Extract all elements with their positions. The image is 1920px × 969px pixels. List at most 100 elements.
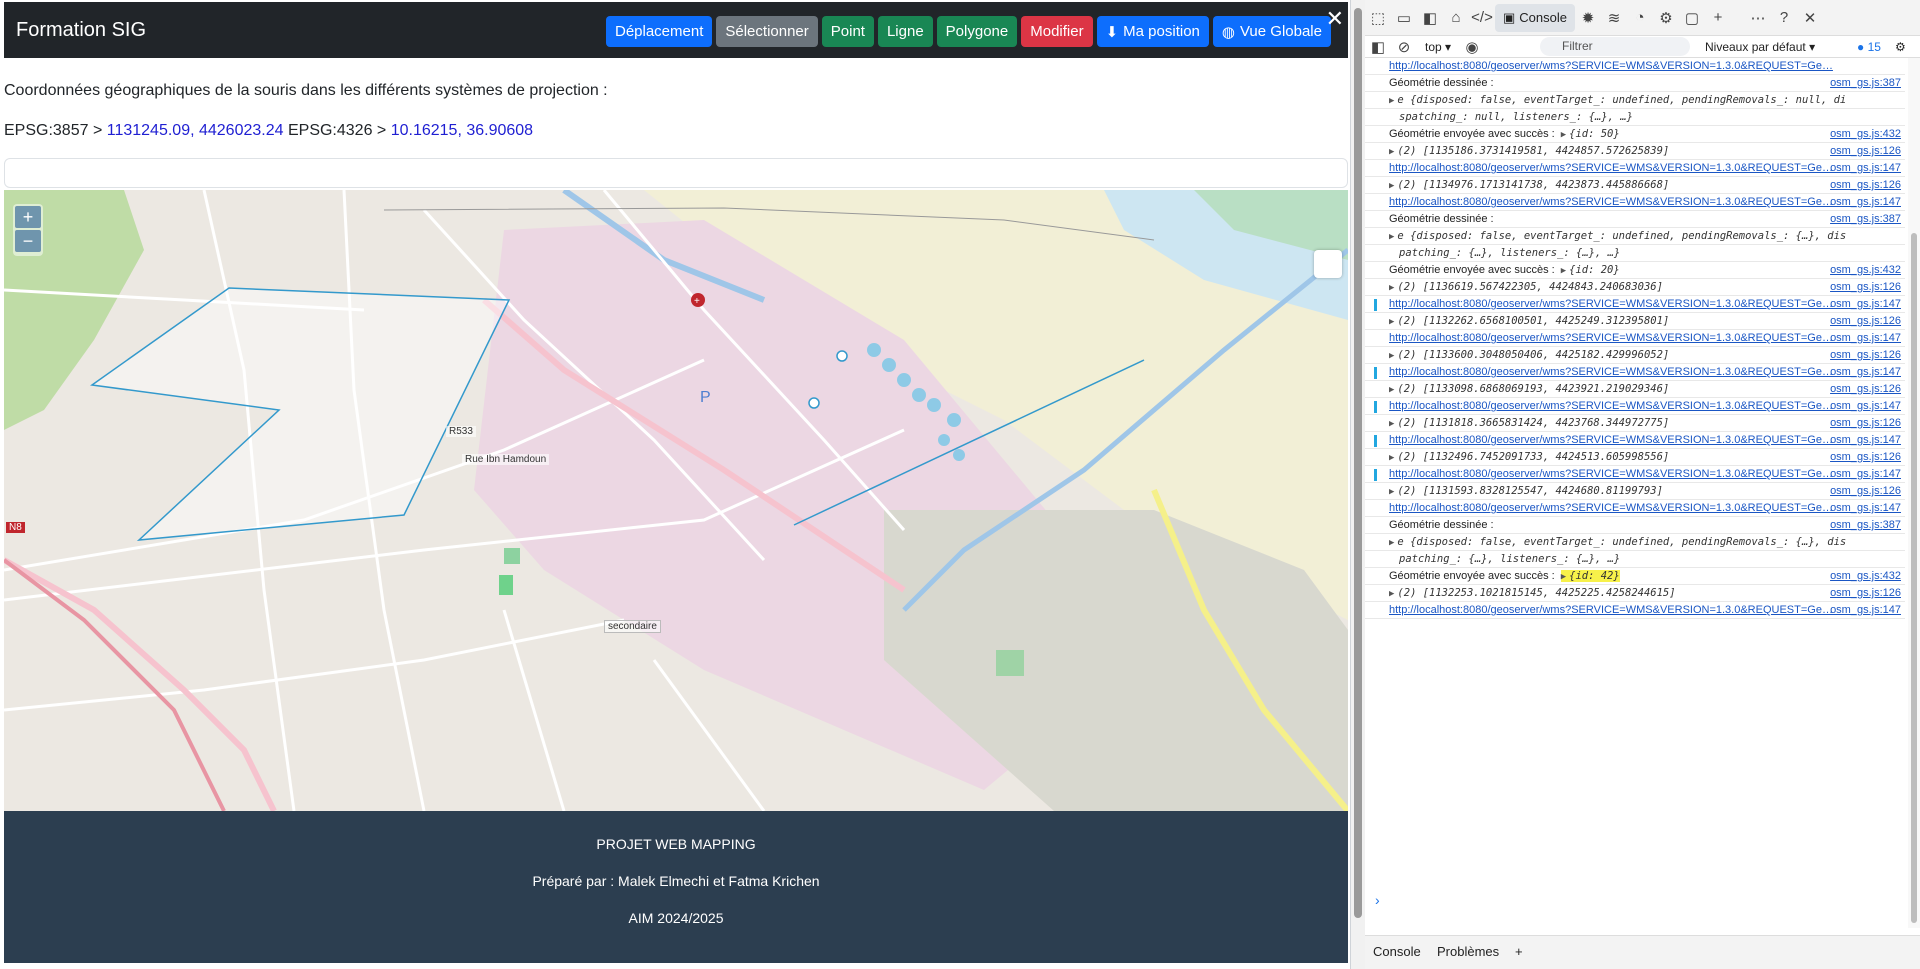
network-icon[interactable]: ≋ (1601, 5, 1627, 31)
console-source-link[interactable]: osm_gs.js:147 (1830, 604, 1901, 616)
point-button[interactable]: Point (821, 16, 874, 47)
console-log-array[interactable]: ▶ (2) [1133600.3048050406, 4425182.429996… (1389, 349, 1669, 361)
console-log-url[interactable]: http://localhost:8080/geoserver/wms?SERV… (1389, 366, 1901, 378)
console-log-url[interactable]: http://localhost:8080/geoserver/wms?SERV… (1389, 298, 1901, 310)
console-log-url[interactable]: http://localhost:8080/geoserver/wms?SERV… (1389, 162, 1901, 174)
console-source-link[interactable]: osm_gs.js:387 (1830, 77, 1901, 89)
console-source-link[interactable]: osm_gs.js:147 (1830, 502, 1901, 514)
console-log-array[interactable]: ▶ (2) [1131818.3665831424, 4423768.344972… (1389, 417, 1669, 429)
console-source-link[interactable]: osm_gs.js:126 (1830, 315, 1901, 327)
console-log-url[interactable]: http://localhost:8080/geoserver/wms?SERV… (1389, 60, 1901, 72)
console-source-link[interactable]: osm_gs.js:147 (1830, 298, 1901, 310)
close-icon[interactable]: ✕ (1326, 8, 1344, 30)
map-toolbar-bar[interactable] (4, 158, 1348, 188)
console-log-url[interactable]: http://localhost:8080/geoserver/wms?SERV… (1389, 196, 1901, 208)
déplacement-button[interactable]: Déplacement (605, 16, 713, 47)
context-select[interactable]: top ▾ (1425, 40, 1451, 54)
vue-globale-button[interactable]: ◍ Vue Globale (1212, 16, 1331, 47)
console-source-link[interactable]: osm_gs.js:126 (1830, 587, 1901, 599)
console-source-link[interactable]: osm_gs.js:432 (1830, 570, 1901, 582)
console-log-array[interactable]: ▶ (2) [1135186.3731419581, 4424857.572625… (1389, 145, 1669, 157)
console-source-link[interactable]: osm_gs.js:147 (1830, 162, 1901, 174)
filter-input[interactable]: Filtrer (1540, 37, 1690, 56)
console-source-link[interactable]: osm_gs.js:147 (1830, 196, 1901, 208)
zoom-out-button[interactable]: − (15, 230, 41, 252)
clear-console-icon[interactable]: ⊘ (1391, 34, 1417, 60)
console-log-object[interactable]: ▶ e {disposed: false, eventTarget_: undef… (1389, 230, 1846, 242)
console-log-array[interactable]: ▶ (2) [1136619.567422305, 4424843.2406830… (1389, 281, 1663, 293)
console-source-link[interactable]: osm_gs.js:147 (1830, 468, 1901, 480)
drawer-tab-console[interactable]: Console (1373, 944, 1421, 959)
console-log-object[interactable]: patching_: {…}, listeners_: {…}, …} (1389, 553, 1620, 565)
console-source-link[interactable]: osm_gs.js:387 (1830, 213, 1901, 225)
device-toggle-icon[interactable]: ▭ (1391, 5, 1417, 31)
console-log-array[interactable]: ▶ (2) [1132496.7452091733, 4424513.605998… (1389, 451, 1669, 463)
issues-count[interactable]: ● 15 (1857, 40, 1881, 54)
performance-icon[interactable]: ◔ (1627, 5, 1653, 31)
settings-gear-icon[interactable]: ⚙ (1653, 5, 1679, 31)
console-log-url[interactable]: http://localhost:8080/geoserver/wms?SERV… (1389, 468, 1901, 480)
console-source-link[interactable]: osm_gs.js:432 (1830, 128, 1901, 140)
sidebar-icon[interactable]: ◧ (1365, 34, 1391, 60)
ma-position-button[interactable]: ⬇ Ma position (1096, 16, 1209, 47)
console-log-url[interactable]: http://localhost:8080/geoserver/wms?SERV… (1389, 400, 1901, 412)
modifier-button[interactable]: Modifier (1021, 16, 1093, 47)
add-tab-icon[interactable]: + (1705, 5, 1731, 31)
drawer-tab-problems[interactable]: Problèmes (1437, 944, 1499, 959)
add-drawer-tab-icon[interactable]: + (1515, 944, 1523, 959)
console-log-array[interactable]: ▶ (2) [1133098.6868069193, 4423921.219029… (1389, 383, 1669, 395)
console-log-object[interactable]: patching_: {…}, listeners_: {…}, …} (1389, 247, 1620, 259)
console-log-url[interactable]: http://localhost:8080/geoserver/wms?SERV… (1389, 332, 1901, 344)
console-log-url[interactable]: http://localhost:8080/geoserver/wms?SERV… (1389, 502, 1901, 514)
console-source-link[interactable]: osm_gs.js:126 (1830, 417, 1901, 429)
console-scrollbar[interactable] (1908, 58, 1920, 928)
console-log-url[interactable]: http://localhost:8080/geoserver/wms?SERV… (1389, 434, 1901, 446)
levels-select[interactable]: Niveaux par défaut ▾ (1705, 40, 1815, 54)
layer-switcher-icon[interactable] (1314, 250, 1342, 278)
console-log-object[interactable]: ▶ {id: 42} (1560, 570, 1620, 582)
tab-console[interactable]: ▣ Console (1495, 3, 1575, 32)
elements-icon[interactable]: </> (1469, 5, 1495, 31)
console-settings-icon[interactable]: ⚙ (1895, 40, 1906, 54)
more-icon[interactable]: ⋯ (1745, 5, 1771, 31)
help-icon[interactable]: ? (1771, 5, 1797, 31)
console-source-link[interactable]: osm_gs.js:147 (1830, 332, 1901, 344)
console-source-link[interactable]: osm_gs.js:147 (1830, 366, 1901, 378)
console-source-link[interactable]: osm_gs.js:147 (1830, 434, 1901, 446)
console-log-row: ▶ (2) [1134976.1713141738, 4423873.445886… (1365, 177, 1905, 194)
console-source-link[interactable]: osm_gs.js:126 (1830, 451, 1901, 463)
bug-icon[interactable]: ✹ (1575, 5, 1601, 31)
home-icon[interactable]: ⌂ (1443, 5, 1469, 31)
console-log-object[interactable]: ▶ e {disposed: false, eventTarget_: undef… (1389, 536, 1846, 548)
close-devtools-icon[interactable]: ✕ (1797, 5, 1823, 31)
ligne-button[interactable]: Ligne (877, 16, 933, 47)
console-log-object[interactable]: ▶ {id: 50} (1561, 128, 1620, 140)
console-source-link[interactable]: osm_gs.js:126 (1830, 179, 1901, 191)
console-source-link[interactable]: osm_gs.js:126 (1830, 281, 1901, 293)
polygone-button[interactable]: Polygone (936, 16, 1018, 47)
console-log-array[interactable]: ▶ (2) [1132253.1021815145, 4425225.425824… (1389, 587, 1676, 599)
sélectionner-button[interactable]: Sélectionner (716, 16, 818, 47)
console-log-array[interactable]: ▶ (2) [1132262.6568100501, 4425249.312395… (1389, 315, 1669, 327)
console-source-link[interactable]: osm_gs.js:126 (1830, 383, 1901, 395)
console-source-link[interactable]: osm_gs.js:147 (1830, 400, 1901, 412)
map-view[interactable]: + P + − Rue Ibn Hamdoun R533 secondaire … (4, 190, 1348, 811)
console-log-object[interactable]: spatching_: null, listeners_: {…}, …} (1389, 111, 1633, 123)
console-log-array[interactable]: ▶ (2) [1131593.8328125547, 4424680.811997… (1389, 485, 1663, 497)
console-log-object[interactable]: ▶ {id: 20} (1561, 264, 1620, 276)
console-source-link[interactable]: osm_gs.js:432 (1830, 264, 1901, 276)
console-source-link[interactable]: osm_gs.js:126 (1830, 145, 1901, 157)
inspect-icon[interactable]: ⬚ (1365, 5, 1391, 31)
dock-icon[interactable]: ◧ (1417, 5, 1443, 31)
console-log-object[interactable]: ▶ e {disposed: false, eventTarget_: undef… (1389, 94, 1846, 106)
console-source-link[interactable]: osm_gs.js:126 (1830, 349, 1901, 361)
console-log-url[interactable]: http://localhost:8080/geoserver/wms?SERV… (1389, 604, 1901, 616)
console-prompt-icon[interactable]: › (1375, 892, 1380, 908)
eye-icon[interactable]: ◉ (1459, 34, 1485, 60)
console-source-link[interactable]: osm_gs.js:387 (1830, 519, 1901, 531)
zoom-in-button[interactable]: + (15, 206, 41, 228)
console-log-array[interactable]: ▶ (2) [1134976.1713141738, 4423873.445886… (1389, 179, 1669, 191)
console-source-link[interactable]: osm_gs.js:126 (1830, 485, 1901, 497)
application-icon[interactable]: ▢ (1679, 5, 1705, 31)
page-scrollbar[interactable] (1351, 0, 1365, 969)
